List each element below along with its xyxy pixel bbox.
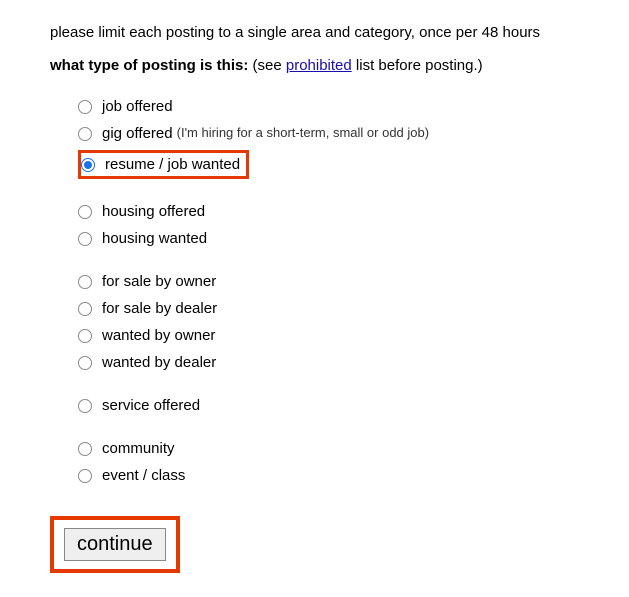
radio-event-class[interactable] xyxy=(78,469,92,483)
option-label: wanted by owner xyxy=(102,325,215,346)
option-label: housing offered xyxy=(102,201,205,222)
option-label: job offered xyxy=(102,96,173,117)
option-label: gig offered xyxy=(102,123,173,144)
posting-type-question: what type of posting is this: (see prohi… xyxy=(50,57,579,74)
posting-type-options: job offered gig offered (I'm hiring for a… xyxy=(78,96,579,486)
question-bold: what type of posting is this: xyxy=(50,57,248,74)
continue-button[interactable]: continue xyxy=(64,528,166,561)
posting-limit-text: please limit each posting to a single ar… xyxy=(50,24,579,41)
radio-housing-offered[interactable] xyxy=(78,205,92,219)
option-group: job offered gig offered (I'm hiring for a… xyxy=(78,96,579,179)
option-label: wanted by dealer xyxy=(102,352,216,373)
option-label: service offered xyxy=(102,395,200,416)
radio-resume-job-wanted[interactable] xyxy=(81,158,95,172)
option-label: resume / job wanted xyxy=(105,154,240,175)
option-label: housing wanted xyxy=(102,228,207,249)
option-wanted-by-owner[interactable]: wanted by owner xyxy=(78,325,579,346)
option-gig-offered[interactable]: gig offered (I'm hiring for a short-term… xyxy=(78,123,579,144)
option-group: for sale by owner for sale by dealer wante… xyxy=(78,271,579,373)
radio-job-offered[interactable] xyxy=(78,100,92,114)
radio-wanted-by-dealer[interactable] xyxy=(78,356,92,370)
option-resume-job-wanted[interactable]: resume / job wanted xyxy=(78,150,579,179)
option-service-offered[interactable]: service offered xyxy=(78,395,579,416)
option-label: for sale by dealer xyxy=(102,298,217,319)
option-group: community event / class xyxy=(78,438,579,486)
option-label: event / class xyxy=(102,465,185,486)
option-group: service offered xyxy=(78,395,579,416)
option-label: for sale by owner xyxy=(102,271,216,292)
option-housing-offered[interactable]: housing offered xyxy=(78,201,579,222)
option-label: community xyxy=(102,438,175,459)
option-community[interactable]: community xyxy=(78,438,579,459)
option-for-sale-by-dealer[interactable]: for sale by dealer xyxy=(78,298,579,319)
option-for-sale-by-owner[interactable]: for sale by owner xyxy=(78,271,579,292)
radio-community[interactable] xyxy=(78,442,92,456)
see-prefix: (see xyxy=(248,57,286,74)
option-highlight: resume / job wanted xyxy=(78,150,249,179)
option-wanted-by-dealer[interactable]: wanted by dealer xyxy=(78,352,579,373)
option-housing-wanted[interactable]: housing wanted xyxy=(78,228,579,249)
radio-wanted-by-owner[interactable] xyxy=(78,329,92,343)
radio-gig-offered[interactable] xyxy=(78,127,92,141)
option-event-class[interactable]: event / class xyxy=(78,465,579,486)
option-note: (I'm hiring for a short-term, small or o… xyxy=(177,124,429,142)
option-group: housing offered housing wanted xyxy=(78,201,579,249)
radio-service-offered[interactable] xyxy=(78,399,92,413)
see-suffix: list before posting.) xyxy=(352,57,483,74)
radio-for-sale-by-dealer[interactable] xyxy=(78,302,92,316)
radio-housing-wanted[interactable] xyxy=(78,232,92,246)
option-job-offered[interactable]: job offered xyxy=(78,96,579,117)
continue-highlight: continue xyxy=(50,516,180,573)
radio-for-sale-by-owner[interactable] xyxy=(78,275,92,289)
prohibited-link[interactable]: prohibited xyxy=(286,57,352,74)
